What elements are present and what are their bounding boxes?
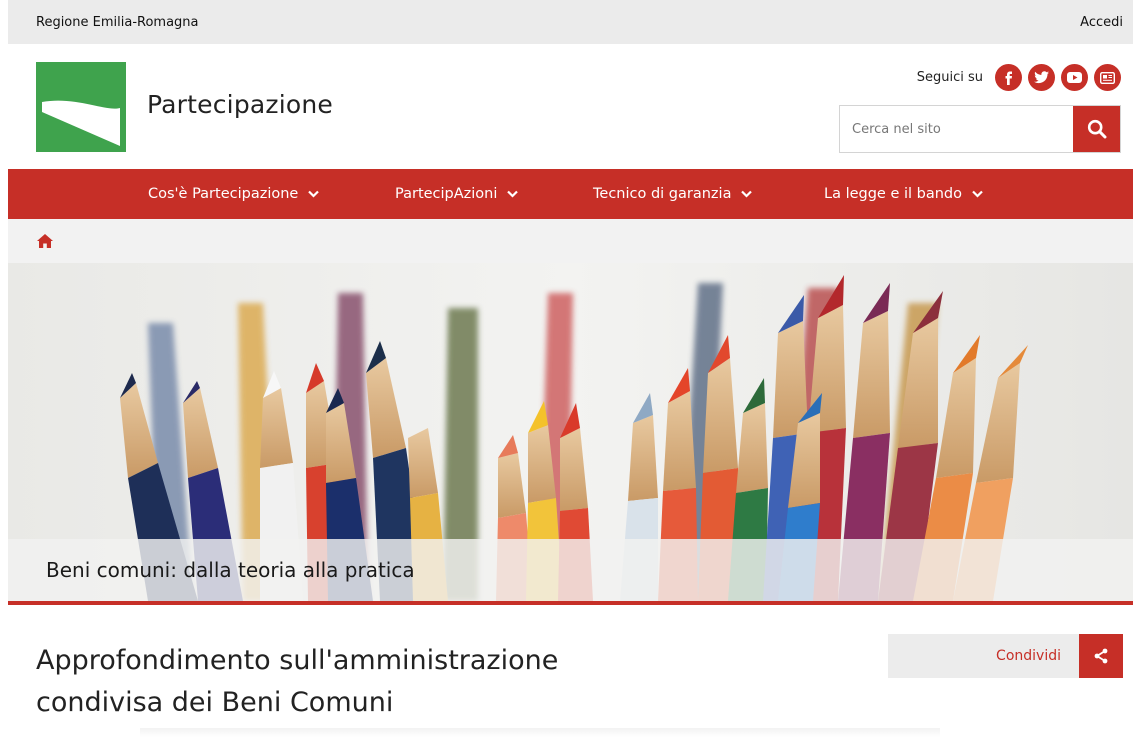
top-bar: Regione Emilia-Romagna Accedi (8, 0, 1133, 44)
site-title[interactable]: Partecipazione (147, 90, 333, 119)
home-icon[interactable] (36, 233, 54, 249)
content-shadow (140, 728, 940, 737)
social-links: Seguici su (917, 64, 1121, 91)
share-label: Condividi (888, 634, 1079, 678)
main-nav: Cos'è Partecipazione PartecipAzioni Tecn… (8, 169, 1133, 219)
page-title-line-1: Approfondimento sull'amministrazione (36, 645, 559, 676)
page: Regione Emilia-Romagna Accedi Partecipaz… (0, 0, 1141, 737)
region-logo[interactable] (36, 62, 126, 152)
search-button[interactable] (1073, 106, 1120, 152)
page-title: Approfondimento sull'amministrazione con… (36, 640, 756, 724)
hero-caption[interactable]: Beni comuni: dalla teoria alla pratica (8, 539, 1133, 601)
social-label: Seguici su (916, 70, 983, 85)
breadcrumb (8, 219, 1133, 263)
nav-item-label: PartecipAzioni (395, 186, 498, 202)
youtube-icon[interactable] (1061, 64, 1088, 91)
site-header: Partecipazione Seguici su (8, 44, 1133, 169)
share-icon (1094, 648, 1108, 664)
share-icon-button[interactable] (1079, 634, 1123, 678)
newsletter-icon[interactable] (1094, 64, 1121, 91)
chevron-down-icon (741, 190, 753, 198)
page-title-line-2: condivisa dei Beni Comuni (36, 687, 394, 718)
chevron-down-icon (507, 190, 519, 198)
chevron-down-icon (972, 190, 983, 198)
nav-item-cose-partecipazione[interactable]: Cos'è Partecipazione (148, 169, 320, 219)
chevron-down-icon (308, 190, 320, 198)
search-input[interactable] (840, 106, 1073, 152)
nav-item-label: La legge e il bando (824, 186, 963, 202)
hero-banner: Beni comuni: dalla teoria alla pratica (8, 263, 1133, 601)
nav-item-label: Tecnico di garanzia (593, 186, 732, 202)
share-button[interactable]: Condividi (888, 634, 1123, 678)
twitter-icon[interactable] (1028, 64, 1055, 91)
hero-divider (8, 601, 1133, 605)
nav-item-label: Cos'è Partecipazione (148, 186, 299, 202)
nav-item-la-legge-e-il-bando[interactable]: La legge e il bando (824, 169, 983, 219)
org-name[interactable]: Regione Emilia-Romagna (36, 15, 199, 30)
login-link[interactable]: Accedi (1080, 15, 1123, 30)
nav-item-tecnico-di-garanzia[interactable]: Tecnico di garanzia (593, 169, 753, 219)
facebook-icon[interactable] (995, 64, 1022, 91)
search-box (839, 105, 1121, 153)
search-icon (1087, 119, 1106, 139)
nav-item-partecipazioni[interactable]: PartecipAzioni (395, 169, 519, 219)
